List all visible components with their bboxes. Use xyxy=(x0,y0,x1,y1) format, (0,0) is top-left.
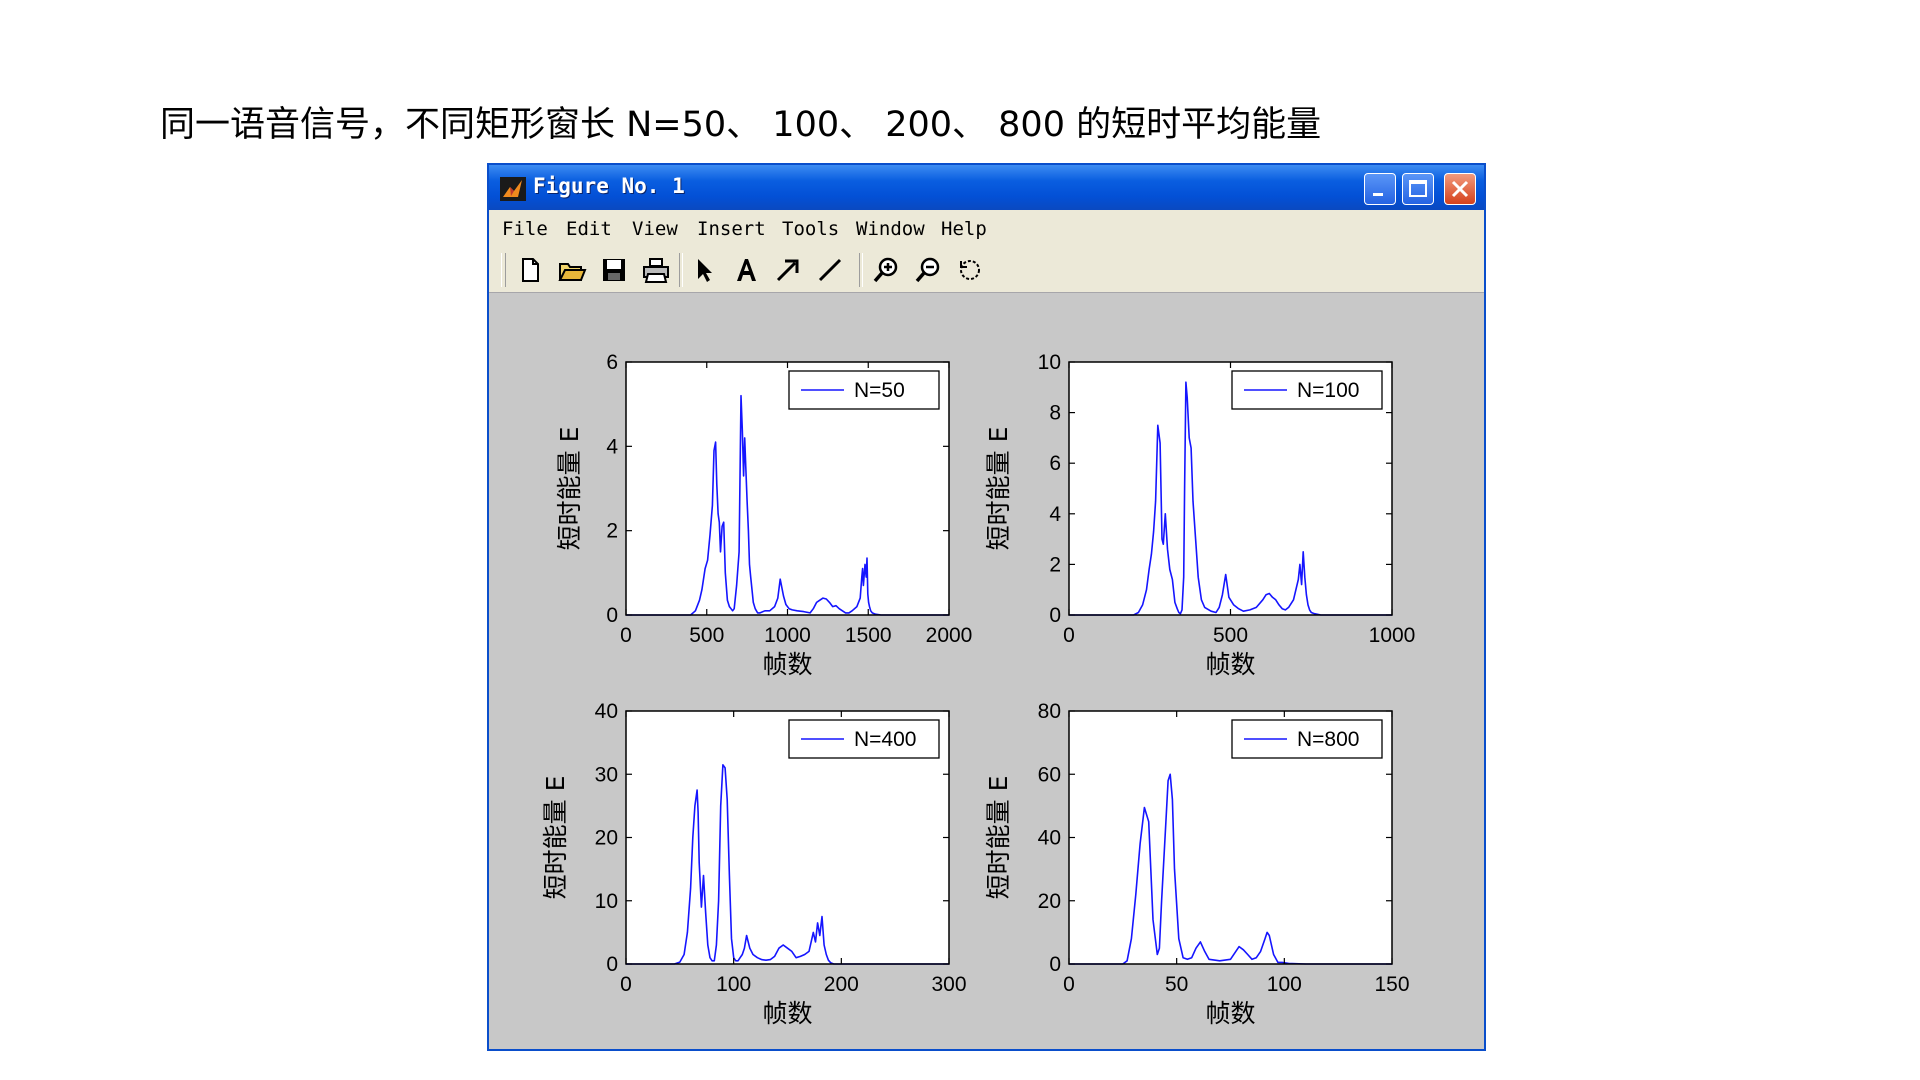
x-tick-label: 50 xyxy=(1165,973,1188,996)
legend-label: N=50 xyxy=(854,379,905,402)
x-tick-label: 300 xyxy=(931,973,966,996)
y-tick-label: 40 xyxy=(1038,827,1061,850)
y-tick-label: 20 xyxy=(595,827,618,850)
subplot-3: 0 100 200 300 0 10 20 30 40 帧数 短时能量 E N=400 xyxy=(541,700,967,1028)
y-tick-label: 0 xyxy=(1049,604,1061,627)
y-tick-label: 8 xyxy=(1049,402,1061,425)
y-tick-label: 4 xyxy=(1049,503,1061,526)
y-tick-label: 0 xyxy=(606,604,618,627)
x-tick-label: 500 xyxy=(1213,624,1248,647)
page-caption: 同一语音信号，不同矩形窗长 N=50、 100、 200、 800 的短时平均能… xyxy=(160,105,1322,145)
y-tick-label: 6 xyxy=(1049,452,1061,475)
y-axis-label: 短时能量 E xyxy=(541,776,570,900)
legend-label: N=800 xyxy=(1297,728,1359,751)
figure-window: Figure No. 1 File Edit View Insert Tools… xyxy=(487,163,1486,1051)
x-tick-label: 200 xyxy=(824,973,859,996)
legend[interactable]: N=50 xyxy=(788,370,940,410)
y-tick-label: 0 xyxy=(606,953,618,976)
x-axis-label: 帧数 xyxy=(762,650,812,679)
x-tick-label: 500 xyxy=(689,624,724,647)
y-tick-label: 0 xyxy=(1049,953,1061,976)
subplot-2: 0 500 1000 0 2 4 6 8 10 帧数 短时能量 E N=100 xyxy=(984,351,1415,679)
x-tick-label: 0 xyxy=(620,973,632,996)
y-tick-label: 80 xyxy=(1038,700,1061,723)
x-tick-label: 0 xyxy=(620,624,632,647)
y-tick-label: 4 xyxy=(606,435,618,458)
y-tick-label: 2 xyxy=(606,520,618,543)
y-tick-label: 60 xyxy=(1038,763,1061,786)
subplot-1: 0 500 1000 1500 2000 0 2 4 6 帧数 短时能量 E N=50 xyxy=(555,351,972,679)
y-tick-label: 2 xyxy=(1049,553,1061,576)
y-tick-label: 10 xyxy=(1038,351,1061,374)
legend[interactable]: N=400 xyxy=(788,719,940,759)
legend[interactable]: N=800 xyxy=(1231,719,1383,759)
legend-label: N=400 xyxy=(854,728,916,751)
x-tick-label: 150 xyxy=(1374,973,1409,996)
plots-area: 0 500 1000 1500 20000246帧数短时能量 EN=500 500 1000… xyxy=(541,351,1415,1028)
x-axis-label: 帧数 xyxy=(1205,650,1255,679)
x-axis-label: 帧数 xyxy=(762,999,812,1028)
y-tick-label: 30 xyxy=(595,763,618,786)
y-tick-label: 20 xyxy=(1038,890,1061,913)
x-axis-label: 帧数 xyxy=(1205,999,1255,1028)
x-tick-label: 0 xyxy=(1063,624,1075,647)
y-axis-label: 短时能量 E xyxy=(555,427,584,551)
x-tick-label: 100 xyxy=(716,973,751,996)
y-axis-label: 短时能量 E xyxy=(984,427,1013,551)
y-tick-label: 40 xyxy=(595,700,618,723)
x-tick-label: 1000 xyxy=(764,624,811,647)
legend-label: N=100 xyxy=(1297,379,1359,402)
y-axis-label: 短时能量 E xyxy=(984,776,1013,900)
x-tick-label: 1500 xyxy=(845,624,892,647)
x-tick-label: 100 xyxy=(1267,973,1302,996)
y-tick-label: 10 xyxy=(595,890,618,913)
x-tick-label: 0 xyxy=(1063,973,1075,996)
y-tick-label: 6 xyxy=(606,351,618,374)
x-tick-label: 1000 xyxy=(1369,624,1416,647)
x-tick-label: 2000 xyxy=(926,624,973,647)
legend[interactable]: N=100 xyxy=(1231,370,1383,410)
subplot-4: 0 50 100 150 0 20 40 60 80 帧数 短时能量 E N=800 xyxy=(984,700,1410,1028)
